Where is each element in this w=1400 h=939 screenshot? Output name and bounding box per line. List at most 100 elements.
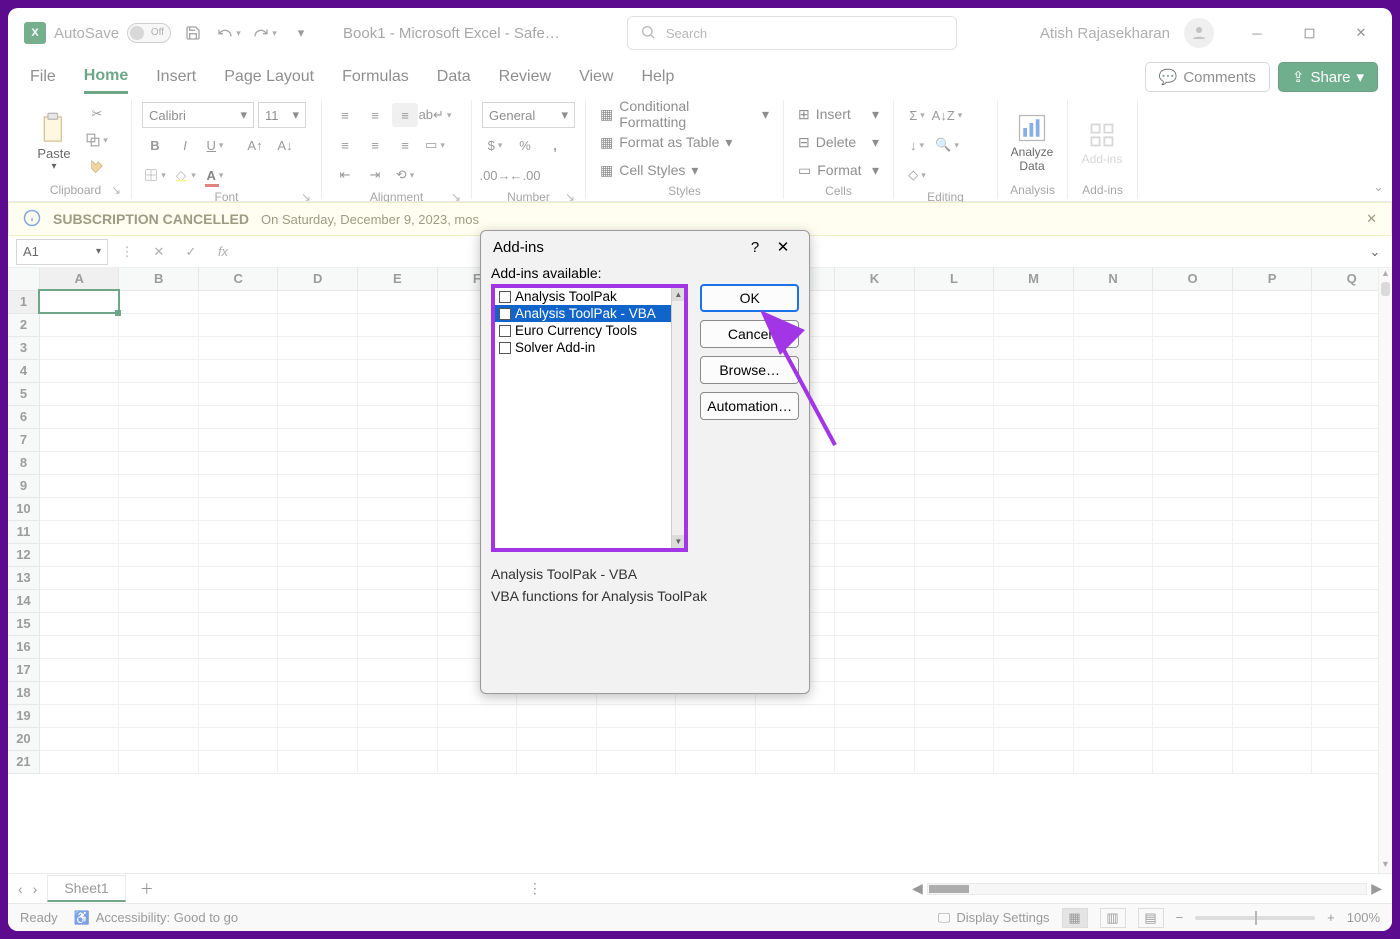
- cell[interactable]: [1232, 612, 1312, 635]
- automation-button[interactable]: Automation…: [700, 392, 799, 420]
- zoom-in-button[interactable]: +: [1327, 910, 1335, 925]
- cell[interactable]: [755, 750, 835, 773]
- cell[interactable]: [198, 382, 278, 405]
- cell[interactable]: [835, 589, 915, 612]
- redo-icon[interactable]: [251, 19, 279, 47]
- tab-file[interactable]: File: [30, 62, 56, 92]
- cell[interactable]: [1153, 474, 1233, 497]
- row-header[interactable]: 20: [8, 727, 39, 750]
- cell[interactable]: [994, 543, 1074, 566]
- tab-data[interactable]: Data: [437, 62, 471, 92]
- cell[interactable]: [278, 566, 358, 589]
- cell[interactable]: [1232, 382, 1312, 405]
- cell[interactable]: [278, 543, 358, 566]
- cell[interactable]: [1232, 543, 1312, 566]
- bold-icon[interactable]: B: [142, 133, 168, 157]
- cell[interactable]: [835, 451, 915, 474]
- close-button[interactable]: ✕: [1346, 18, 1376, 48]
- cell[interactable]: [278, 451, 358, 474]
- cell[interactable]: [914, 497, 994, 520]
- cell[interactable]: [119, 589, 199, 612]
- cell[interactable]: [39, 520, 119, 543]
- cell[interactable]: [676, 704, 756, 727]
- cell[interactable]: [994, 750, 1074, 773]
- cell[interactable]: [1073, 681, 1153, 704]
- cell[interactable]: [119, 658, 199, 681]
- cell[interactable]: [835, 336, 915, 359]
- scroll-left-icon[interactable]: ◀: [912, 880, 923, 897]
- search-box[interactable]: Search: [627, 16, 957, 50]
- cell[interactable]: [1232, 313, 1312, 336]
- cell[interactable]: [835, 681, 915, 704]
- horizontal-scrollbar[interactable]: ◀ ▶: [912, 882, 1382, 896]
- column-header[interactable]: O: [1153, 268, 1233, 290]
- cell[interactable]: [119, 451, 199, 474]
- cell[interactable]: [1232, 497, 1312, 520]
- number-format-select[interactable]: General▾: [482, 102, 575, 128]
- cell[interactable]: [358, 566, 438, 589]
- cell[interactable]: [914, 543, 994, 566]
- cell[interactable]: [119, 336, 199, 359]
- cell[interactable]: [1232, 635, 1312, 658]
- cell[interactable]: [835, 635, 915, 658]
- cell[interactable]: [198, 336, 278, 359]
- analyze-data-button[interactable]: Analyze Data: [1008, 102, 1056, 181]
- cell[interactable]: [1153, 405, 1233, 428]
- scroll-up-icon[interactable]: ▲: [1379, 268, 1392, 282]
- cell[interactable]: [198, 543, 278, 566]
- orientation-icon[interactable]: ⟲: [392, 163, 418, 187]
- cell[interactable]: [1073, 428, 1153, 451]
- cell[interactable]: [198, 451, 278, 474]
- cell[interactable]: [198, 727, 278, 750]
- cell[interactable]: [39, 635, 119, 658]
- cell[interactable]: [1073, 497, 1153, 520]
- tab-page-layout[interactable]: Page Layout: [224, 62, 314, 92]
- cell[interactable]: [914, 589, 994, 612]
- increase-indent-icon[interactable]: ⇥: [362, 163, 388, 187]
- cell[interactable]: [278, 750, 358, 773]
- minimize-button[interactable]: ─: [1242, 18, 1272, 48]
- cell[interactable]: [39, 658, 119, 681]
- cell[interactable]: [119, 474, 199, 497]
- cell[interactable]: [198, 405, 278, 428]
- cell[interactable]: [358, 428, 438, 451]
- cell[interactable]: [358, 658, 438, 681]
- cell[interactable]: [198, 313, 278, 336]
- cell[interactable]: [39, 428, 119, 451]
- display-settings-button[interactable]: 🖵 Display Settings: [938, 910, 1050, 926]
- format-painter-icon[interactable]: [84, 154, 110, 178]
- dialog-launcher-icon[interactable]: ↘: [109, 183, 123, 197]
- cell[interactable]: [835, 750, 915, 773]
- cell[interactable]: [755, 727, 835, 750]
- cell[interactable]: [1073, 658, 1153, 681]
- cell[interactable]: [1232, 520, 1312, 543]
- cell[interactable]: [1153, 336, 1233, 359]
- cell[interactable]: [994, 428, 1074, 451]
- find-select-icon[interactable]: 🔍: [934, 133, 960, 157]
- cell[interactable]: [596, 727, 676, 750]
- cell[interactable]: [1153, 727, 1233, 750]
- cell[interactable]: [39, 566, 119, 589]
- formula-bar-menu[interactable]: ⋮: [114, 240, 140, 264]
- cell[interactable]: [517, 704, 597, 727]
- percent-icon[interactable]: %: [512, 133, 538, 157]
- cell[interactable]: [914, 451, 994, 474]
- cell[interactable]: [914, 359, 994, 382]
- cell[interactable]: [278, 658, 358, 681]
- cell[interactable]: [1073, 405, 1153, 428]
- cell[interactable]: [676, 750, 756, 773]
- cell[interactable]: [1153, 428, 1233, 451]
- wrap-text-icon[interactable]: ab↵: [422, 103, 448, 127]
- autosave-toggle[interactable]: Off: [127, 23, 171, 43]
- cell[interactable]: [358, 704, 438, 727]
- cell[interactable]: [994, 382, 1074, 405]
- tab-home[interactable]: Home: [84, 61, 128, 94]
- cell[interactable]: [1073, 290, 1153, 313]
- cell[interactable]: [835, 658, 915, 681]
- cell[interactable]: [914, 405, 994, 428]
- cell[interactable]: [835, 474, 915, 497]
- cell[interactable]: [1073, 313, 1153, 336]
- addin-item[interactable]: Solver Add-in: [495, 339, 684, 356]
- cell[interactable]: [835, 405, 915, 428]
- cell[interactable]: [39, 750, 119, 773]
